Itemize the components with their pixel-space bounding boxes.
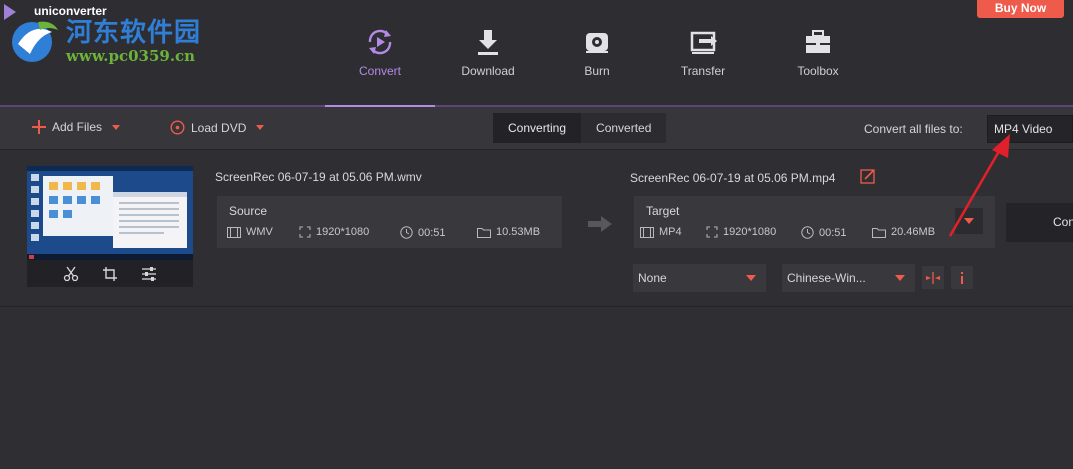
tab-burn-label: Burn: [584, 64, 610, 78]
source-format-value: WMV: [246, 226, 273, 238]
tab-convert[interactable]: Convert: [325, 26, 435, 86]
resolution-icon: [299, 226, 311, 238]
effects-sliders-icon[interactable]: [141, 266, 157, 282]
tab-toolbox[interactable]: Toolbox: [763, 26, 873, 86]
trim-scissors-icon[interactable]: [63, 266, 79, 282]
watermark-logo-icon: [12, 21, 58, 62]
info-icon: [961, 271, 963, 284]
subtitle-select-value: None: [638, 271, 667, 285]
subtitle-select[interactable]: None: [633, 264, 766, 292]
watermark-url: www.pc0359.cn: [66, 47, 196, 65]
chevron-down-icon: [895, 275, 905, 281]
source-resolution-value: 1920*1080: [316, 226, 370, 238]
buy-now-button[interactable]: Buy Now: [977, 0, 1064, 18]
add-files-label: Add Files: [52, 120, 103, 134]
source-size: 10.53MB: [477, 226, 540, 238]
status-segmented-control: Converting Converted: [493, 113, 667, 143]
merge-arrows-icon: [926, 271, 940, 284]
edit-name-icon[interactable]: [860, 168, 876, 184]
target-size: 20.46MB: [872, 226, 935, 238]
target-title: Target: [646, 204, 680, 218]
folder-icon: [872, 227, 886, 238]
target-resolution: 1920*1080: [706, 226, 776, 238]
load-dvd-label: Load DVD: [191, 120, 247, 135]
tab-toolbox-label: Toolbox: [797, 64, 839, 78]
add-files-button[interactable]: Add Files: [32, 120, 121, 134]
film-icon: [227, 226, 241, 238]
load-dvd-button[interactable]: Load DVD: [170, 120, 265, 135]
convert-icon: [368, 29, 392, 55]
tab-transfer[interactable]: Transfer: [648, 26, 758, 86]
transfer-icon: [690, 31, 717, 54]
tab-transfer-label: Transfer: [680, 64, 726, 78]
tab-converting[interactable]: Converting: [493, 113, 582, 143]
tab-convert-label: Convert: [358, 64, 402, 78]
tab-burn[interactable]: Burn: [542, 26, 652, 86]
toolbar: Add Files Load DVD Converting Converted …: [0, 107, 1073, 150]
source-size-value: 10.53MB: [496, 226, 541, 238]
watermark-title: 河东软件园: [66, 18, 202, 48]
film-icon: [640, 226, 654, 238]
video-thumbnail[interactable]: [27, 166, 193, 260]
target-resolution-value: 1920*1080: [723, 226, 777, 238]
desktop-preview-image: [27, 166, 193, 260]
tab-download[interactable]: Download: [433, 26, 543, 86]
audio-track-select-value: Chinese-Win...: [787, 271, 866, 285]
folder-icon: [477, 227, 491, 238]
source-file-name: ScreenRec 06-07-19 at 05.06 PM.wmv: [215, 170, 422, 184]
source-info-box: Source WMV 1920*1080 00:51 10.53MB: [217, 196, 562, 248]
target-duration-value: 00:51: [819, 226, 847, 239]
source-resolution: 1920*1080: [299, 226, 369, 238]
arrow-right-icon: [588, 216, 612, 232]
disc-icon: [586, 33, 608, 53]
target-size-value: 20.46MB: [891, 226, 936, 238]
source-format: WMV: [227, 226, 273, 238]
annotation-arrow-icon: [948, 134, 1010, 237]
audio-track-select[interactable]: Chinese-Win...: [782, 264, 915, 292]
resolution-icon: [706, 226, 718, 238]
thumbnail-toolbar: [27, 260, 193, 287]
clock-icon: [400, 226, 413, 239]
merge-button[interactable]: [922, 266, 944, 289]
info-button[interactable]: [951, 266, 973, 289]
file-list-empty-area: [0, 308, 1073, 469]
tab-download-label: Download: [461, 64, 515, 78]
plus-icon: [32, 120, 46, 134]
load-dvd-dropdown-icon[interactable]: [256, 125, 265, 130]
top-bar: uniconverter 河东软件园 www.pc0359.cn Buy Now…: [0, 0, 1073, 107]
target-format: MP4: [640, 226, 682, 238]
chevron-down-icon: [746, 275, 756, 281]
add-files-dropdown-icon[interactable]: [112, 124, 121, 130]
download-icon: [478, 30, 498, 55]
toolbox-icon: [806, 30, 830, 53]
target-format-value: MP4: [659, 226, 682, 238]
crop-icon[interactable]: [102, 266, 118, 282]
target-file-name: ScreenRec 06-07-19 at 05.06 PM.mp4: [630, 171, 836, 185]
clock-icon: [801, 226, 814, 239]
source-duration-value: 00:51: [418, 226, 446, 239]
source-title: Source: [229, 204, 268, 218]
tab-converted[interactable]: Converted: [581, 113, 667, 143]
dvd-icon: [170, 120, 185, 135]
source-duration: 00:51: [400, 226, 446, 239]
target-duration: 00:51: [801, 226, 847, 239]
